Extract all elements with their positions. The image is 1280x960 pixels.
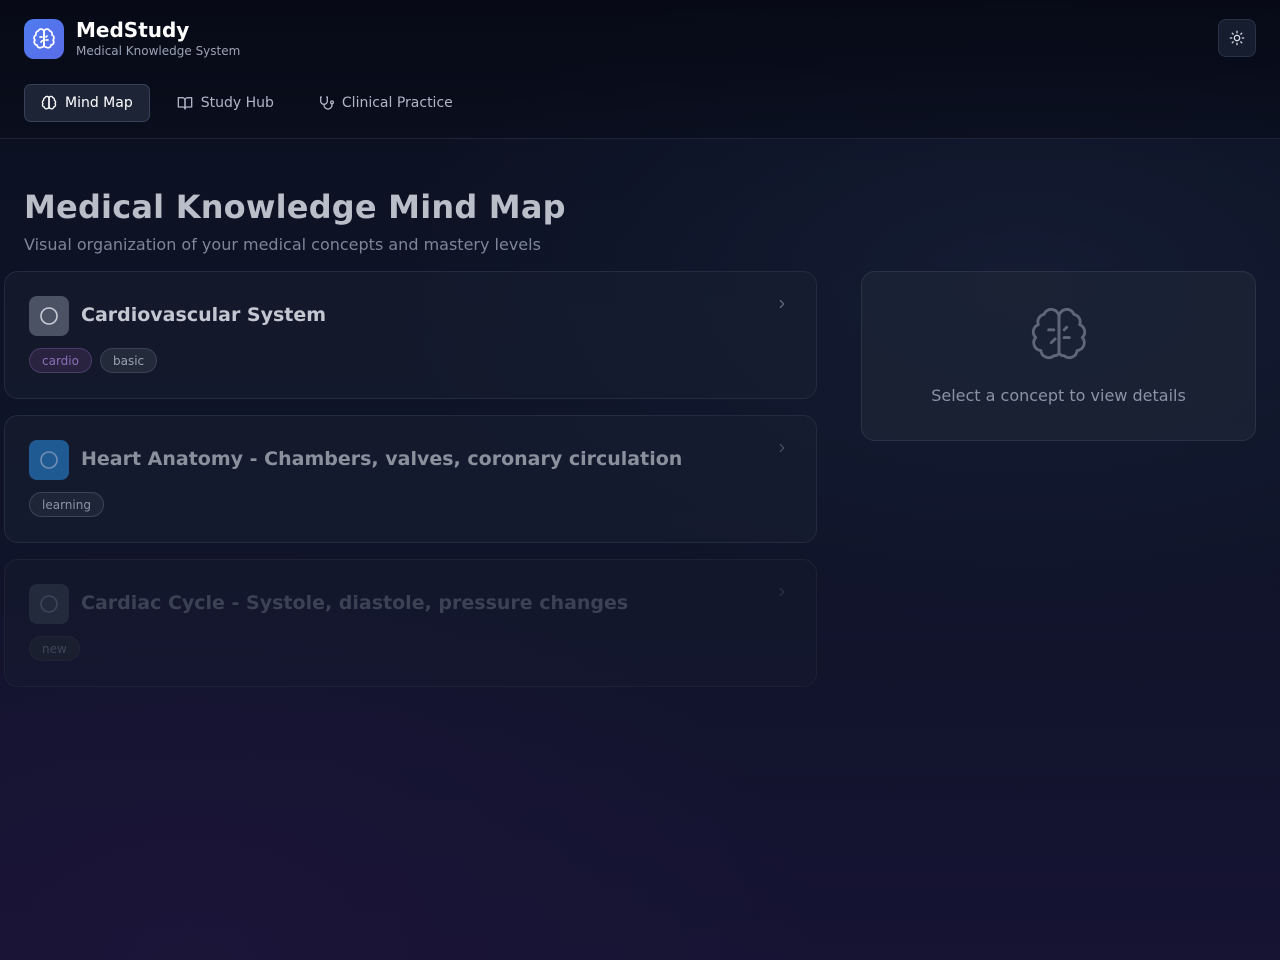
tab-mind-map[interactable]: Mind Map (24, 84, 150, 122)
book-open-icon (177, 95, 193, 111)
tag-basic: basic (99, 348, 158, 373)
empty-state-text: Select a concept to view details (931, 386, 1186, 405)
page-title: Medical Knowledge Mind Map (24, 188, 566, 226)
concept-detail-panel: Select a concept to view details (861, 271, 1256, 441)
tab-clinical-practice[interactable]: Clinical Practice (301, 84, 470, 122)
chevron-right-icon (775, 296, 789, 315)
tab-label: Mind Map (65, 95, 133, 111)
chevron-right-icon (775, 440, 789, 459)
brand: MedStudy Medical Knowledge System (24, 18, 240, 60)
circle-icon (29, 296, 69, 336)
tag-cardio: cardio (29, 348, 92, 373)
concept-title: Cardiovascular System (81, 304, 327, 326)
tag-learning: learning (29, 492, 104, 517)
brain-icon (1028, 304, 1090, 370)
tab-study-hub[interactable]: Study Hub (160, 84, 291, 122)
concept-card-cardiovascular-system[interactable]: Cardiovascular System cardio basic (4, 271, 817, 399)
concept-card-cardiac-cycle[interactable]: Cardiac Cycle - Systole, diastole, press… (4, 559, 817, 687)
app-subtitle: Medical Knowledge System (76, 44, 241, 58)
concept-title: Heart Anatomy - Chambers, valves, corona… (81, 448, 683, 470)
concept-title: Cardiac Cycle - Systole, diastole, press… (81, 592, 629, 614)
tab-label: Clinical Practice (341, 95, 453, 111)
page-subtitle: Visual organization of your medical conc… (24, 235, 541, 254)
chevron-right-icon (775, 584, 789, 603)
sun-icon (1229, 30, 1245, 46)
tag-new: new (29, 636, 80, 661)
stethoscope-icon (318, 95, 334, 111)
circle-icon (29, 440, 69, 480)
app-title: MedStudy (76, 18, 190, 42)
brain-icon (24, 19, 64, 59)
concept-card-heart-anatomy[interactable]: Heart Anatomy - Chambers, valves, corona… (4, 415, 817, 543)
circle-icon (29, 584, 69, 624)
theme-toggle-button[interactable] (1218, 19, 1256, 57)
app-header: MedStudy Medical Knowledge System Mind M… (0, 0, 1280, 139)
main-nav: Mind Map Study Hub Clinical Practice (24, 84, 480, 122)
tab-label: Study Hub (200, 95, 274, 111)
brain-icon (41, 95, 57, 111)
